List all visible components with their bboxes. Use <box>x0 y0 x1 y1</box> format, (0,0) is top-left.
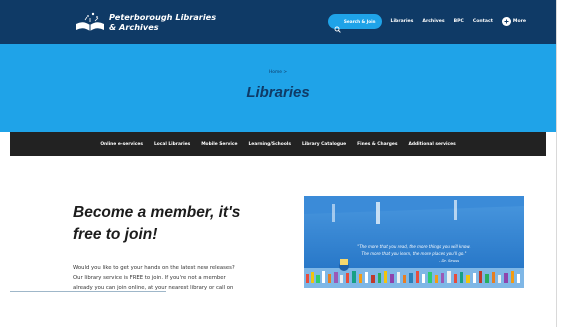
logo-text: Peterborough Libraries & Archives <box>109 12 216 32</box>
logo-line-1: Peterborough Libraries <box>109 12 217 22</box>
membership-description: Would you like to get your hands on the … <box>73 263 263 293</box>
section-navigation: Online e-services Local Libraries Mobile… <box>10 132 546 156</box>
search-join-button[interactable]: Search & Join <box>327 14 382 33</box>
quote-line-1: "The more that you read, the more things… <box>357 244 471 249</box>
page: Peterborough Libraries & Archives Search… <box>0 0 556 327</box>
site-header: Peterborough Libraries & Archives Search… <box>0 0 556 44</box>
site-logo[interactable]: Peterborough Libraries & Archives <box>74 10 216 34</box>
hero-banner: Home > Libraries <box>0 44 556 132</box>
quote-author: - Dr. Seuss <box>438 258 460 263</box>
open-book-logo-icon <box>74 10 106 34</box>
library-photo: "The more that you read, the more things… <box>304 196 524 288</box>
more-menu-button[interactable]: More <box>501 17 526 26</box>
quote-text: "The more that you read, the more things… <box>304 243 524 264</box>
logo-line-2: & Archives <box>109 22 159 32</box>
top-navigation: Search & Join Libraries Archives BPC Con… <box>327 14 526 33</box>
heading-line-1: Become a member, it's <box>73 204 241 221</box>
nav-archives[interactable]: Archives <box>422 19 444 24</box>
body-line-2: Our library service is FREE to join. If … <box>73 275 226 281</box>
heading-line-2: free to join! <box>73 226 158 243</box>
body-line-1: Would you like to get your hands on the … <box>73 265 235 271</box>
subnav-fines-charges[interactable]: Fines & Charges <box>357 142 397 147</box>
nav-contact[interactable]: Contact <box>473 19 493 24</box>
subnav-mobile-service[interactable]: Mobile Service <box>201 142 237 147</box>
subnav-local-libraries[interactable]: Local Libraries <box>154 142 190 147</box>
scrollbar-track[interactable] <box>556 0 562 327</box>
search-icon <box>334 18 341 33</box>
library-interior-image <box>304 196 524 288</box>
subnav-library-catalogue[interactable]: Library Catalogue <box>302 142 346 147</box>
plus-icon <box>501 17 511 26</box>
nav-bpc[interactable]: BPC <box>454 19 464 24</box>
nav-libraries[interactable]: Libraries <box>391 19 414 24</box>
subnav-additional-services[interactable]: Additional services <box>408 142 455 147</box>
quote-line-2: The more that you learn, the more places… <box>361 251 467 256</box>
scroll-progress-line <box>10 291 166 292</box>
breadcrumb[interactable]: Home > <box>0 70 556 75</box>
page-title: Libraries <box>246 84 310 101</box>
subnav-online-e-services[interactable]: Online e-services <box>100 142 143 147</box>
search-join-label: Search & Join <box>343 19 376 24</box>
more-label: More <box>512 19 526 24</box>
membership-heading: Become a member, it's free to join! <box>73 202 283 246</box>
subnav-learning-schools[interactable]: Learning/Schools <box>249 142 291 147</box>
